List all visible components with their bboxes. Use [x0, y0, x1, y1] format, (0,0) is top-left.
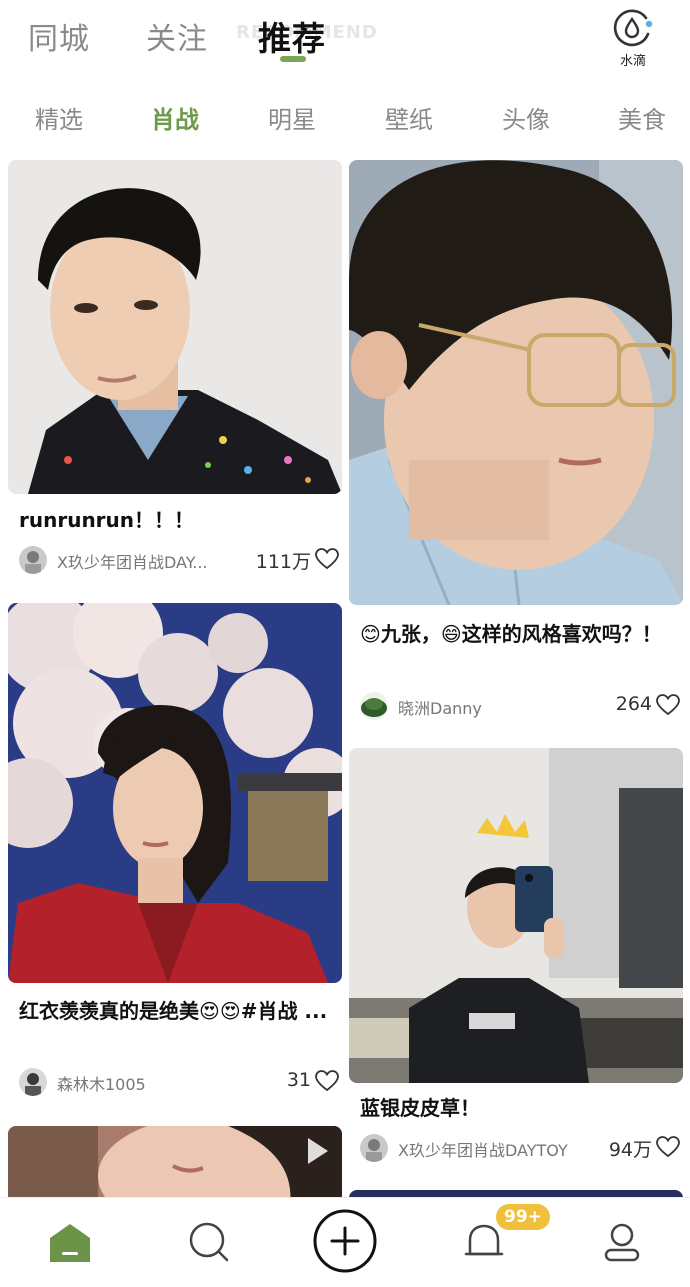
post-meta: X玖少年团肖战DAYTOY 94万 — [360, 1132, 680, 1162]
author-avatar[interactable] — [360, 1134, 388, 1162]
notification-badge: 99+ — [496, 1204, 550, 1230]
tab-nearby[interactable]: 同城 — [28, 14, 90, 58]
water-drop-label: 水滴 — [619, 54, 646, 69]
author-name[interactable]: 森林木1005 — [57, 1071, 235, 1095]
heart-icon[interactable] — [656, 694, 680, 716]
post-photo[interactable] — [349, 160, 683, 605]
like-count: 31 — [286, 1069, 311, 1091]
post-meta: X玖少年团肖战DAY... 111万 — [19, 544, 339, 574]
category-featured[interactable]: 精选 — [35, 100, 83, 135]
post-photo[interactable] — [349, 748, 683, 1083]
like-count: 111万 — [255, 551, 311, 573]
category-celebrity[interactable]: 明星 — [268, 100, 316, 135]
top-tab-bar: 同城 关注 RECOMMEND 推荐 水滴 — [0, 0, 690, 80]
heart-icon[interactable] — [656, 1136, 680, 1158]
tab-recommend[interactable]: 推荐 — [258, 12, 326, 60]
author-name[interactable]: X玖少年团肖战DAY... — [57, 549, 235, 573]
discover-icon[interactable] — [185, 1218, 233, 1266]
active-tab-indicator — [280, 56, 306, 62]
category-bar: 精选 肖战 明星 壁纸 头像 美食 — [0, 96, 690, 140]
like-count: 264 — [615, 693, 652, 715]
post-photo[interactable] — [8, 1126, 342, 1197]
author-avatar[interactable] — [19, 546, 47, 574]
feed-card[interactable]: 蓝银皮皮草！ X玖少年团肖战DAYTOY 94万 — [349, 748, 683, 1168]
post-title[interactable]: 蓝银皮皮草！ — [360, 1092, 678, 1124]
water-drop-icon — [613, 9, 653, 47]
post-photo[interactable] — [349, 1190, 683, 1197]
post-title[interactable]: 红衣羡羡真的是绝美😍😍#肖战 ... — [19, 995, 337, 1059]
post-photo[interactable] — [8, 603, 342, 983]
post-title[interactable]: 😊九张，😄这样的风格喜欢吗？！ — [360, 618, 678, 650]
post-title[interactable]: runrunrun！！！ — [19, 504, 337, 536]
category-food[interactable]: 美食 — [618, 100, 666, 135]
category-wallpaper[interactable]: 壁纸 — [385, 100, 433, 135]
post-meta: 晓洲Danny 264 — [360, 690, 680, 720]
feed-card[interactable]: runrunrun！！！ X玖少年团肖战DAY... 111万 — [8, 160, 342, 590]
author-avatar[interactable] — [19, 1068, 47, 1096]
heart-icon[interactable] — [315, 1070, 339, 1092]
author-avatar[interactable] — [360, 692, 388, 720]
author-name[interactable]: 晓洲Danny — [398, 695, 576, 719]
author-name[interactable]: X玖少年团肖战DAYTOY — [398, 1137, 598, 1161]
home-icon[interactable] — [46, 1218, 94, 1266]
tab-following[interactable]: 关注 — [146, 14, 208, 58]
bottom-nav-bar — [0, 1197, 690, 1287]
feed-card[interactable] — [349, 1190, 683, 1197]
feed-card[interactable]: 红衣羡羡真的是绝美😍😍#肖战 ... 森林木1005 31 — [8, 603, 342, 1098]
post-meta: 森林木1005 31 — [19, 1066, 339, 1096]
add-post-icon[interactable] — [312, 1208, 378, 1274]
heart-icon[interactable] — [315, 548, 339, 570]
feed-card[interactable]: 😊九张，😄这样的风格喜欢吗？！ 晓洲Danny 264 — [349, 160, 683, 730]
category-avatar[interactable]: 头像 — [502, 100, 550, 135]
like-count: 94万 — [608, 1139, 652, 1161]
category-xiaozhan[interactable]: 肖战 — [151, 100, 199, 135]
feed-card[interactable] — [8, 1126, 342, 1197]
post-photo[interactable] — [8, 160, 342, 494]
profile-icon[interactable] — [598, 1218, 646, 1266]
water-drop-button[interactable]: 水滴 — [606, 6, 660, 69]
